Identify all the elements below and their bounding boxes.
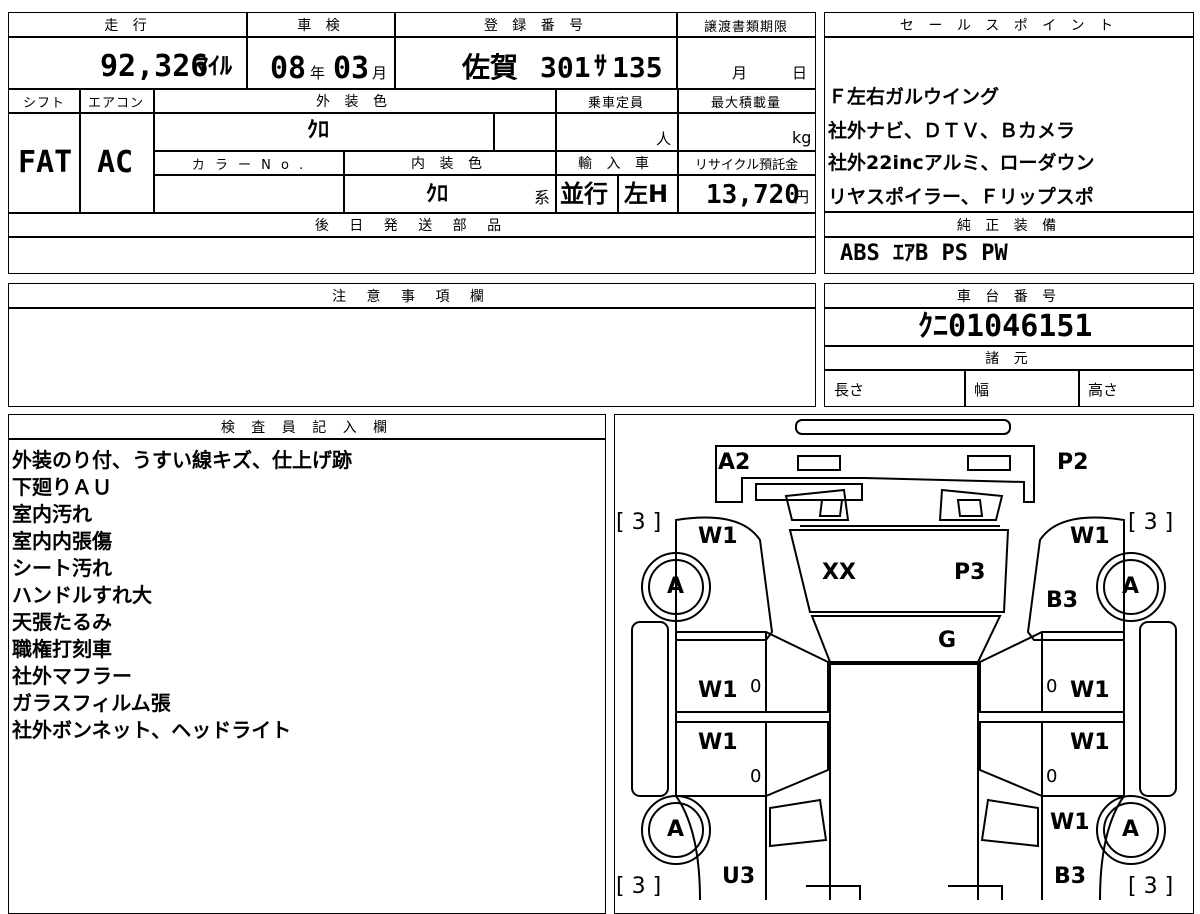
damage-label: W1	[698, 678, 738, 703]
damage-label: B3	[1046, 588, 1079, 613]
damage-label: 0	[1046, 676, 1058, 697]
damage-label: B3	[1054, 864, 1087, 889]
car-outline-drawing	[631, 419, 1177, 900]
damage-count: [ 3 ]	[1128, 510, 1174, 535]
damage-label: 0	[750, 676, 762, 697]
damage-label: XX	[822, 560, 856, 585]
damage-label: A2	[718, 450, 751, 475]
damage-label: G	[938, 628, 957, 653]
damage-label: W1	[698, 524, 738, 549]
wheel-label: A	[667, 574, 685, 599]
damage-label: P3	[954, 560, 986, 585]
damage-count: [ 3 ]	[616, 874, 662, 899]
damage-count: [ 3 ]	[616, 510, 662, 535]
damage-label: W1	[1070, 730, 1110, 755]
damage-count: [ 3 ]	[1128, 874, 1174, 899]
damage-label: P2	[1057, 450, 1089, 475]
damage-label: W1	[1070, 678, 1110, 703]
damage-label: W1	[1050, 810, 1090, 835]
wheel-label: A	[1122, 574, 1140, 599]
damage-label: 0	[1046, 766, 1058, 787]
damage-label: 0	[750, 766, 762, 787]
wheel-label: A	[1122, 817, 1140, 842]
damage-label: U3	[722, 864, 756, 889]
damage-label: W1	[698, 730, 738, 755]
damage-label: W1	[1070, 524, 1110, 549]
wheel-label: A	[667, 817, 685, 842]
